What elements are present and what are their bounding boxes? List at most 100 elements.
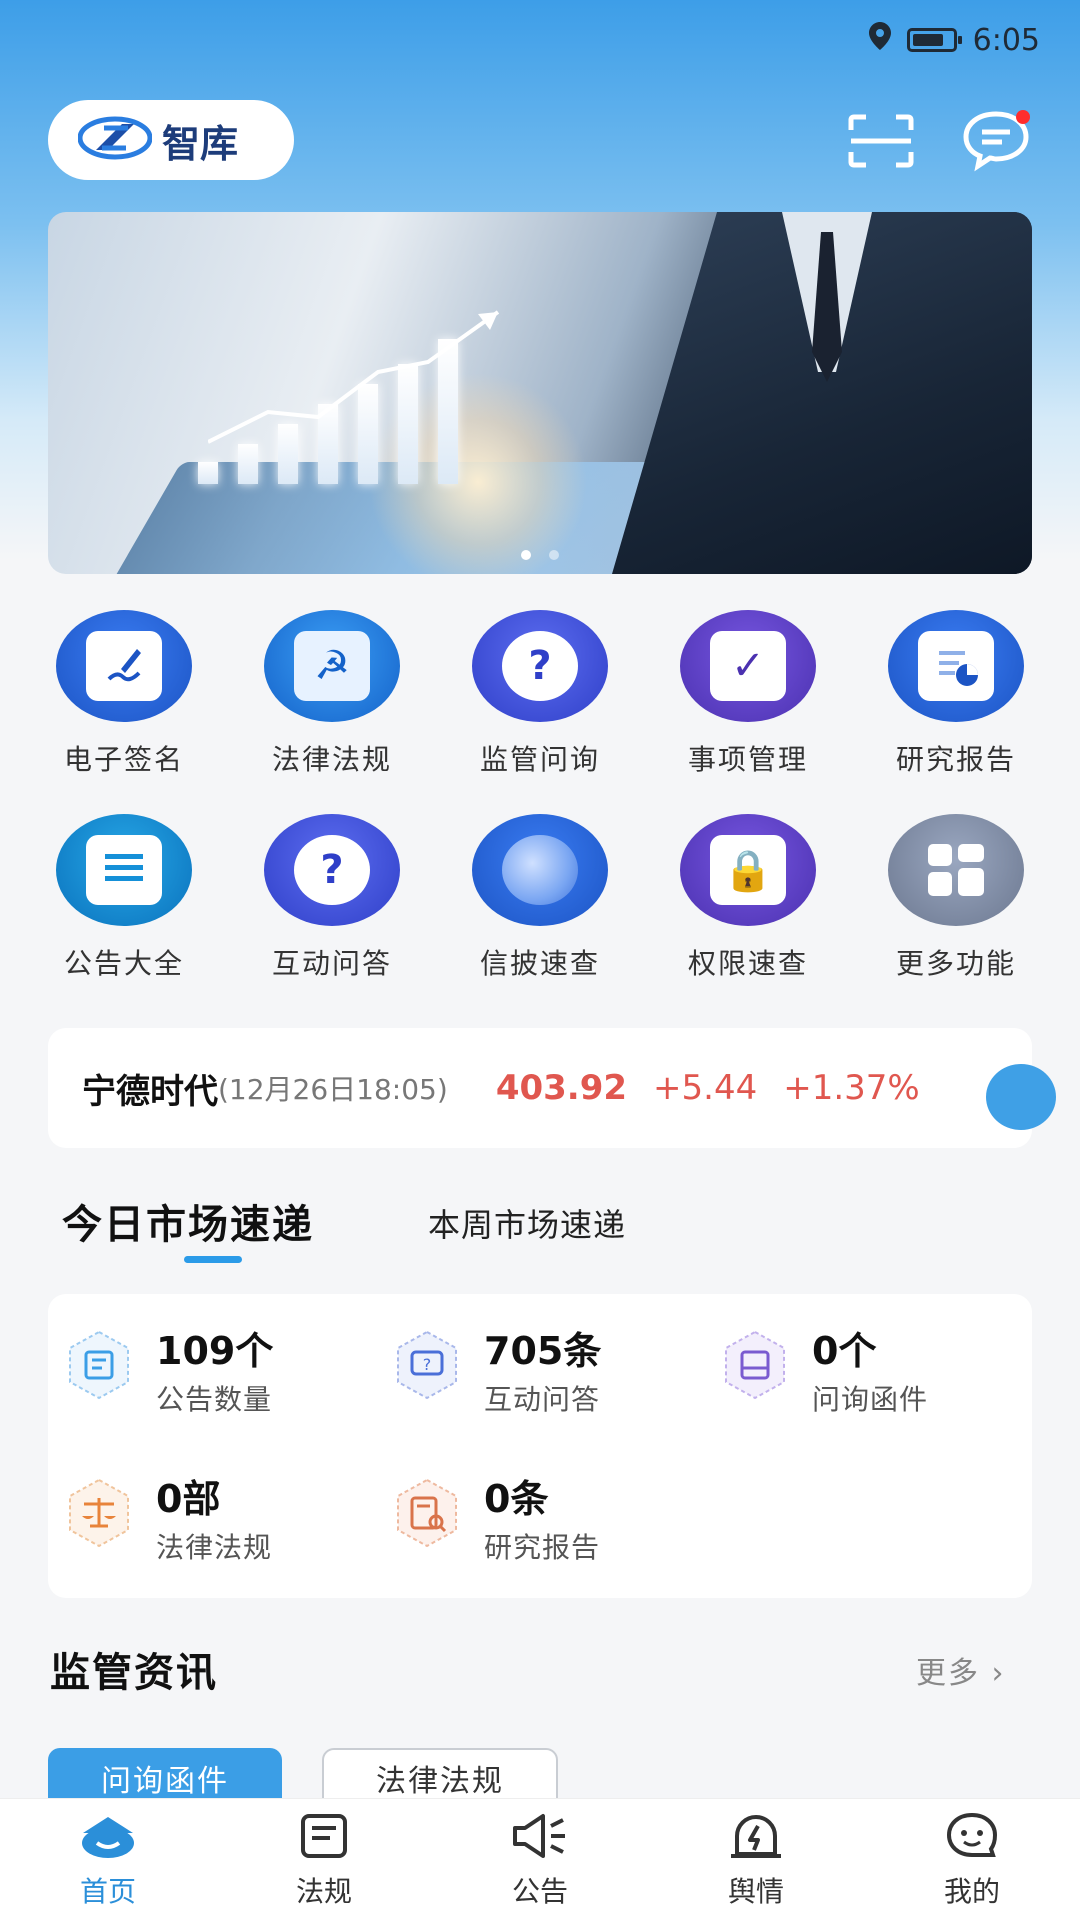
banner-bar-graphic	[198, 462, 218, 484]
grid-label: 事项管理	[687, 743, 808, 776]
grid-item-more-functions[interactable]: 更多功能	[852, 814, 1060, 982]
stat-label: 法律法规	[156, 1531, 273, 1564]
stat-inquiry-letters[interactable]: 0个 问询函件	[718, 1328, 928, 1418]
unread-badge	[1016, 110, 1030, 124]
stock-quote-card[interactable]: 宁德时代 (12月26日18:05) 403.92 +5.44 +1.37%	[48, 1028, 1032, 1148]
promo-banner[interactable]	[48, 212, 1032, 574]
floating-action-dot[interactable]	[986, 1064, 1056, 1130]
grid-label: 研究报告	[895, 743, 1016, 776]
stat-interactive-qa[interactable]: ? 705条 互动问答	[390, 1328, 601, 1418]
grid-label: 法律法规	[271, 743, 392, 776]
more-link[interactable]: 更多 ›	[916, 1648, 1006, 1692]
stat-research-reports[interactable]: 0条 研究报告	[390, 1476, 600, 1566]
law-icon: ☭	[264, 610, 400, 722]
stat-announcements[interactable]: 109个 公告数量	[62, 1328, 273, 1418]
stat-laws[interactable]: 0部 法律法规	[62, 1476, 272, 1566]
qa-icon: ?	[390, 1328, 464, 1402]
stat-value: 0条	[484, 1477, 549, 1521]
app-logo: 智库	[48, 100, 294, 180]
calendar-check-icon: ✓	[680, 610, 816, 722]
banner-dot[interactable]	[521, 550, 531, 560]
grid-item-interactive-qa[interactable]: ? 互动问答	[228, 814, 436, 982]
grid-item-laws[interactable]: ☭ 法律法规	[228, 610, 436, 778]
market-stats-card: 109个 公告数量 ? 705条 互动问答 0个 问询函件 0部 法律法规 0条…	[48, 1294, 1032, 1598]
lock-search-icon: 🔒	[680, 814, 816, 926]
quick-function-grid: 电子签名 ☭ 法律法规 ? 监管问询 ✓ 事项管理 研究报告 公告大全 ? 互动…	[20, 610, 1060, 982]
grid-label: 更多功能	[895, 947, 1016, 980]
regulation-icon	[295, 1810, 353, 1862]
announcement-icon	[62, 1328, 136, 1402]
home-icon	[79, 1810, 137, 1862]
stat-label: 互动问答	[484, 1383, 601, 1416]
grid-item-research-report[interactable]: 研究报告	[852, 610, 1060, 778]
grid-label: 公告大全	[63, 947, 184, 980]
banner-dot[interactable]	[549, 550, 559, 560]
battery-icon	[906, 28, 962, 52]
nav-item-announcements[interactable]: 公告	[450, 1810, 630, 1910]
tab-week-market[interactable]: 本周市场速递	[428, 1200, 626, 1246]
svg-text:?: ?	[423, 1355, 432, 1374]
stock-change-percent: +1.37%	[783, 1068, 920, 1108]
question-icon: ?	[472, 610, 608, 722]
grid-label: 监管问询	[479, 743, 600, 776]
status-bar: 6:05	[868, 22, 1040, 58]
stat-value: 0个	[812, 1329, 877, 1373]
megaphone-icon	[511, 1810, 569, 1862]
stock-name: 宁德时代	[82, 1071, 218, 1112]
scan-button[interactable]	[848, 114, 914, 168]
grid-item-announcements[interactable]: 公告大全	[20, 814, 228, 982]
tab-active-indicator	[184, 1256, 242, 1263]
banner-arrow-graphic	[208, 310, 500, 444]
tab-today-market[interactable]: 今日市场速递	[62, 1192, 314, 1250]
bottom-navigation: 首页 法规 公告 舆情 我的	[0, 1798, 1080, 1920]
stat-value: 705条	[484, 1329, 602, 1373]
signature-icon	[56, 610, 192, 722]
profile-icon	[943, 1810, 1001, 1862]
status-time: 6:05	[972, 22, 1040, 58]
grid-label: 信披速查	[479, 947, 600, 980]
banner-pagination	[48, 550, 1032, 560]
nav-label: 公告	[511, 1874, 568, 1908]
grid-item-e-signature[interactable]: 电子签名	[20, 610, 228, 778]
grid-label: 电子签名	[63, 743, 184, 776]
grid-item-matter-management[interactable]: ✓ 事项管理	[644, 610, 852, 778]
grid-more-icon	[888, 814, 1024, 926]
nav-item-home[interactable]: 首页	[18, 1810, 198, 1910]
inbox-icon	[718, 1328, 792, 1402]
document-icon	[56, 814, 192, 926]
qa-bubble-icon: ?	[264, 814, 400, 926]
stock-change: +5.44	[653, 1068, 758, 1108]
stat-label: 研究报告	[484, 1531, 601, 1564]
grid-label: 权限速查	[687, 947, 808, 980]
alarm-icon	[727, 1810, 785, 1862]
magnifier-icon	[472, 814, 608, 926]
nav-item-profile[interactable]: 我的	[882, 1810, 1062, 1910]
nav-label: 法规	[295, 1874, 352, 1908]
grid-item-regulatory-inquiry[interactable]: ? 监管问询	[436, 610, 644, 778]
nav-label: 首页	[79, 1874, 136, 1908]
report-search-icon	[390, 1476, 464, 1550]
report-chart-icon	[888, 610, 1024, 722]
nav-item-public-opinion[interactable]: 舆情	[666, 1810, 846, 1910]
more-label: 更多	[916, 1656, 980, 1691]
scan-icon	[848, 114, 914, 168]
message-button[interactable]	[960, 108, 1032, 172]
scale-icon	[62, 1476, 136, 1550]
logo-mark-icon	[77, 116, 153, 164]
grid-item-disclosure-search[interactable]: 信披速查	[436, 814, 644, 982]
chevron-right-icon: ›	[991, 1656, 1006, 1691]
nav-item-regulations[interactable]: 法规	[234, 1810, 414, 1910]
grid-label: 互动问答	[271, 947, 392, 980]
location-icon	[868, 22, 891, 58]
stat-label: 问询函件	[812, 1383, 929, 1416]
stock-price: 403.92	[495, 1068, 628, 1108]
section-title-regulatory-news: 监管资讯	[50, 1650, 218, 1696]
stat-value: 109个	[156, 1329, 274, 1373]
app-name: 智库	[162, 121, 239, 166]
nav-label: 舆情	[727, 1874, 784, 1908]
nav-label: 我的	[943, 1874, 1000, 1908]
grid-item-permission-search[interactable]: 🔒 权限速查	[644, 814, 852, 982]
stat-label: 公告数量	[156, 1383, 273, 1416]
stock-time: (12月26日18:05)	[218, 1073, 448, 1106]
stat-value: 0部	[156, 1477, 221, 1521]
